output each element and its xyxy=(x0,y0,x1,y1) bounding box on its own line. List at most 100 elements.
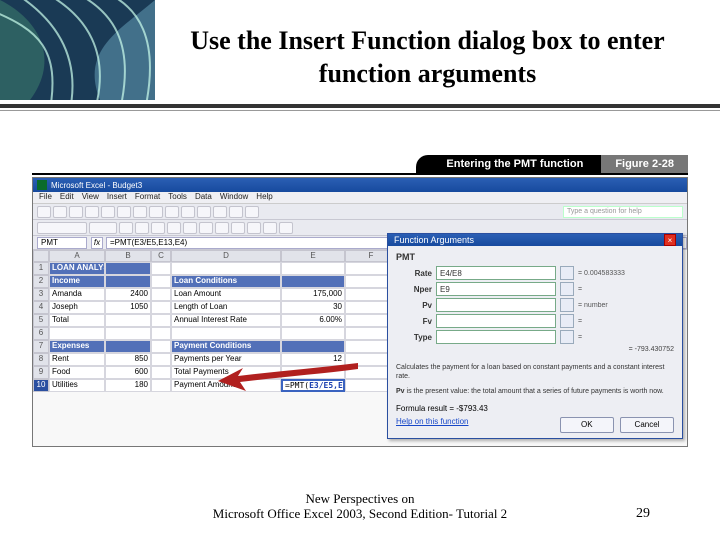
menu-window[interactable]: Window xyxy=(220,192,248,203)
col-header[interactable]: C xyxy=(151,250,171,262)
row-header[interactable]: 5 xyxy=(33,314,49,327)
cell[interactable] xyxy=(105,327,151,340)
cell[interactable]: Food xyxy=(49,366,105,379)
fontcolor-icon[interactable] xyxy=(279,222,293,234)
cell[interactable] xyxy=(105,340,151,353)
cell[interactable] xyxy=(151,366,171,379)
cell[interactable]: Loan Amount xyxy=(171,288,281,301)
cell[interactable] xyxy=(151,353,171,366)
cell[interactable] xyxy=(171,262,281,275)
menu-view[interactable]: View xyxy=(82,192,99,203)
cell[interactable]: 6.00% xyxy=(281,314,345,327)
menu-format[interactable]: Format xyxy=(135,192,160,203)
cell[interactable]: 30 xyxy=(281,301,345,314)
row-header[interactable]: 7 xyxy=(33,340,49,353)
row-header[interactable]: 10 xyxy=(33,379,49,392)
align-right-icon[interactable] xyxy=(199,222,213,234)
range-picker-icon[interactable] xyxy=(560,314,574,328)
row-header[interactable]: 8 xyxy=(33,353,49,366)
dialog-titlebar[interactable]: Function Arguments × xyxy=(388,234,682,246)
paste-icon[interactable] xyxy=(165,206,179,218)
cell[interactable] xyxy=(151,340,171,353)
font-select[interactable] xyxy=(37,222,87,234)
row-header[interactable]: 2 xyxy=(33,275,49,288)
cell[interactable] xyxy=(105,262,151,275)
align-center-icon[interactable] xyxy=(183,222,197,234)
range-picker-icon[interactable] xyxy=(560,266,574,280)
col-header[interactable]: E xyxy=(281,250,345,262)
cell[interactable]: 600 xyxy=(105,366,151,379)
range-picker-icon[interactable] xyxy=(560,330,574,344)
cell[interactable] xyxy=(171,327,281,340)
menu-tools[interactable]: Tools xyxy=(168,192,187,203)
menu-file[interactable]: File xyxy=(39,192,52,203)
cell[interactable] xyxy=(281,262,345,275)
italic-icon[interactable] xyxy=(135,222,149,234)
cell[interactable] xyxy=(49,327,105,340)
cell[interactable] xyxy=(151,262,171,275)
print-icon[interactable] xyxy=(85,206,99,218)
cell[interactable]: Loan Conditions xyxy=(171,275,281,288)
spell-icon[interactable] xyxy=(117,206,131,218)
arg-input-pv[interactable] xyxy=(436,298,556,312)
arg-input-rate[interactable]: E4/E8 xyxy=(436,266,556,280)
cell[interactable]: 1050 xyxy=(105,301,151,314)
name-box[interactable]: PMT xyxy=(37,237,87,249)
col-header[interactable]: B xyxy=(105,250,151,262)
arg-input-type[interactable] xyxy=(436,330,556,344)
open-icon[interactable] xyxy=(53,206,67,218)
cell[interactable]: Annual Interest Rate xyxy=(171,314,281,327)
row-header[interactable]: 1 xyxy=(33,262,49,275)
menu-help[interactable]: Help xyxy=(256,192,272,203)
fx-icon[interactable]: fx xyxy=(91,237,103,249)
range-picker-icon[interactable] xyxy=(560,298,574,312)
cell[interactable]: 850 xyxy=(105,353,151,366)
cell[interactable]: 2400 xyxy=(105,288,151,301)
cell[interactable] xyxy=(281,340,345,353)
underline-icon[interactable] xyxy=(151,222,165,234)
row-header[interactable]: 3 xyxy=(33,288,49,301)
autosum-icon[interactable] xyxy=(213,206,227,218)
cell[interactable]: Utilities xyxy=(49,379,105,392)
menubar[interactable]: File Edit View Insert Format Tools Data … xyxy=(33,192,687,204)
arg-input-fv[interactable] xyxy=(436,314,556,328)
col-header[interactable]: A xyxy=(49,250,105,262)
cut-icon[interactable] xyxy=(133,206,147,218)
cell[interactable] xyxy=(281,327,345,340)
select-all-corner[interactable] xyxy=(33,250,49,262)
cell[interactable] xyxy=(151,314,171,327)
fillcolor-icon[interactable] xyxy=(263,222,277,234)
cell[interactable]: Length of Loan xyxy=(171,301,281,314)
menu-data[interactable]: Data xyxy=(195,192,212,203)
undo-icon[interactable] xyxy=(181,206,195,218)
preview-icon[interactable] xyxy=(101,206,115,218)
redo-icon[interactable] xyxy=(197,206,211,218)
borders-icon[interactable] xyxy=(247,222,261,234)
cell[interactable]: Expenses xyxy=(49,340,105,353)
row-header[interactable]: 9 xyxy=(33,366,49,379)
copy-icon[interactable] xyxy=(149,206,163,218)
cell[interactable] xyxy=(151,275,171,288)
range-picker-icon[interactable] xyxy=(560,282,574,296)
bold-icon[interactable] xyxy=(119,222,133,234)
percent-icon[interactable] xyxy=(231,222,245,234)
cell[interactable] xyxy=(151,379,171,392)
row-header[interactable]: 6 xyxy=(33,327,49,340)
new-icon[interactable] xyxy=(37,206,51,218)
chart-icon[interactable] xyxy=(245,206,259,218)
ok-button[interactable]: OK xyxy=(560,417,614,433)
cell[interactable]: Income xyxy=(49,275,105,288)
cell[interactable] xyxy=(105,314,151,327)
menu-insert[interactable]: Insert xyxy=(107,192,127,203)
col-header[interactable]: D xyxy=(171,250,281,262)
cell[interactable] xyxy=(151,301,171,314)
cell[interactable] xyxy=(281,275,345,288)
cell[interactable]: Rent xyxy=(49,353,105,366)
align-left-icon[interactable] xyxy=(167,222,181,234)
menu-edit[interactable]: Edit xyxy=(60,192,74,203)
cancel-button[interactable]: Cancel xyxy=(620,417,674,433)
arg-input-nper[interactable]: E9 xyxy=(436,282,556,296)
cell[interactable] xyxy=(105,275,151,288)
help-link[interactable]: Help on this function xyxy=(396,417,469,426)
cell[interactable]: Payment Conditions xyxy=(171,340,281,353)
